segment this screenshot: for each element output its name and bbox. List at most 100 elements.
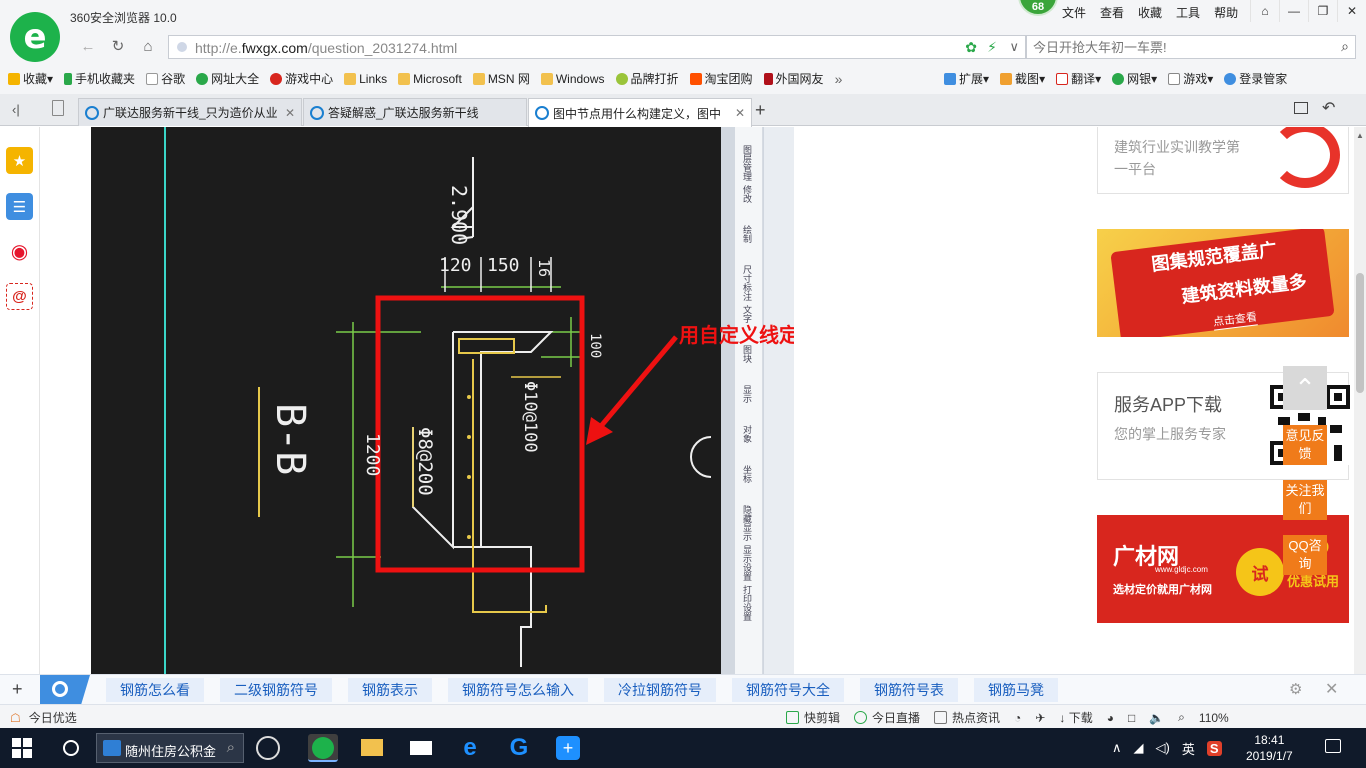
360-browser-taskbar-icon[interactable] — [308, 734, 338, 762]
hot-keyword[interactable]: 钢筋符号表 — [860, 678, 958, 702]
tab-2[interactable]: 答疑解惑_广联达服务新干线 — [303, 98, 527, 126]
close-icon[interactable]: ✕ — [735, 106, 745, 120]
bookmark-favorites[interactable]: 收藏 ▾ — [8, 70, 53, 87]
zoom-level[interactable]: 110% — [1199, 709, 1229, 726]
new-tab-button[interactable]: + — [755, 100, 766, 121]
volume-icon[interactable]: ◁) — [1156, 740, 1170, 756]
maximize-button[interactable]: ❐ — [1308, 0, 1337, 22]
ime-indicator[interactable]: 英 — [1182, 739, 1195, 758]
network-icon[interactable]: ◢ — [1134, 740, 1144, 756]
login-manager-button[interactable]: 登录管家 — [1224, 70, 1287, 87]
tab-1[interactable]: 广联达服务新干线_只为造价从业 ✕ — [78, 98, 302, 126]
bookmark-brand-discount[interactable]: 品牌打折 — [615, 70, 679, 87]
follow-us-button[interactable]: 关注我们 — [1283, 480, 1327, 520]
page-scrollbar[interactable]: ▲ — [1354, 127, 1366, 674]
browser-app-icon[interactable] — [256, 736, 280, 760]
games-button[interactable]: 游戏 ▾ — [1168, 70, 1213, 87]
add-icon[interactable]: + — [12, 679, 23, 700]
hot-keyword[interactable]: 钢筋符号怎么输入 — [448, 678, 588, 702]
extensions-button[interactable]: 扩展 ▾ — [944, 70, 989, 87]
tab-list-icon[interactable]: ‹| — [12, 102, 20, 117]
download-button[interactable]: ↓ 下载 — [1059, 709, 1092, 726]
reading-list-icon[interactable]: ☰ — [6, 193, 33, 220]
bookmark-url-directory[interactable]: 网址大全 — [196, 70, 259, 87]
feedback-button[interactable]: 意见反馈 — [1283, 425, 1327, 465]
speed-mode-icon[interactable]: ⚡ — [987, 39, 997, 56]
mobile-view-icon[interactable] — [52, 100, 64, 116]
file-explorer-icon[interactable] — [357, 734, 387, 762]
hot-keyword[interactable]: 钢筋马凳 — [974, 678, 1058, 702]
menu-help[interactable]: 帮助 — [1207, 4, 1245, 21]
ad-training-platform[interactable]: 建筑行业实训教学第一平台 — [1097, 127, 1349, 194]
quick-edit-button[interactable]: 快剪辑 — [786, 709, 840, 726]
url-bar[interactable]: http://e.fwxgx.com/question_2031274.html… — [168, 35, 1026, 59]
plane-icon[interactable]: ✈ — [1035, 709, 1045, 726]
hot-keyword[interactable]: 钢筋表示 — [348, 678, 432, 702]
volume-icon[interactable]: 🔈 — [1149, 709, 1164, 726]
today-picks[interactable]: ☖ 今日优选 — [10, 709, 77, 726]
menu-tools[interactable]: 工具 — [1169, 4, 1207, 21]
search-icon[interactable]: ⌕ — [1341, 38, 1349, 55]
gauge-icon[interactable]: ◕ — [1107, 709, 1114, 726]
back-to-top-icon[interactable]: ⌃ — [1283, 366, 1327, 410]
edge-icon[interactable]: e — [455, 734, 485, 762]
bookmark-msn[interactable]: MSN 网 — [472, 70, 530, 87]
email-icon[interactable]: @ — [6, 283, 33, 310]
skin-icon[interactable]: ⌂ — [1250, 0, 1279, 22]
online-bank-button[interactable]: 网银 ▾ — [1112, 70, 1157, 87]
home-icon[interactable]: ⌂ — [138, 38, 158, 56]
live-stream-button[interactable]: 今日直播 — [854, 709, 920, 726]
bookmark-game-center[interactable]: 游戏中心 — [270, 70, 333, 87]
search-input[interactable] — [1033, 38, 1333, 56]
zoom-icon[interactable]: ⌕ — [1178, 709, 1185, 726]
taskbar-search[interactable]: 随州住房公积金 ⌕ — [96, 733, 244, 763]
bookmark-foreign-netizens[interactable]: 外国网友 — [763, 70, 824, 87]
close-button[interactable]: ✕ — [1337, 0, 1366, 22]
chevron-up-icon[interactable]: ∧ — [1112, 740, 1122, 756]
hot-keyword[interactable]: 钢筋怎么看 — [106, 678, 204, 702]
notification-icon[interactable] — [1325, 739, 1341, 753]
undo-close-icon[interactable]: ↶ — [1322, 98, 1335, 118]
windows-start-icon[interactable] — [12, 738, 32, 758]
url-text[interactable]: http://e.fwxgx.com/question_2031274.html — [195, 40, 457, 56]
restore-window-icon[interactable] — [1294, 102, 1308, 114]
ad-atlas-specs[interactable]: 图集规范覆盖广 建筑资料数量多 点击查看 — [1097, 229, 1349, 337]
bookmark-taobao[interactable]: 淘宝团购 — [689, 70, 753, 87]
bookmark-microsoft[interactable]: Microsoft — [398, 70, 462, 87]
qq-consult-button[interactable]: QQ咨询 — [1283, 535, 1327, 575]
tab-3-active[interactable]: 图中节点用什么构建定义，图中 ✕ — [528, 98, 752, 127]
mail-icon[interactable] — [406, 734, 436, 762]
sogou-icon[interactable]: S — [1206, 740, 1222, 756]
hot-keyword[interactable]: 钢筋符号大全 — [732, 678, 844, 702]
menu-favorites[interactable]: 收藏 — [1131, 4, 1169, 21]
browser-logo-icon[interactable]: e — [10, 12, 60, 62]
chevron-down-icon[interactable]: ∨ — [1009, 39, 1019, 55]
glodon-icon[interactable]: G — [504, 734, 534, 762]
bookmark-windows[interactable]: Windows — [540, 70, 605, 87]
translate-button[interactable]: 翻译 ▾ — [1056, 70, 1101, 87]
menu-file[interactable]: 文件 — [1055, 4, 1093, 21]
bookmark-links[interactable]: Links — [344, 70, 387, 87]
hot-keyword[interactable]: 冷拉钢筋符号 — [604, 678, 716, 702]
clock[interactable]: 18:41 2019/1/7 — [1246, 732, 1293, 764]
window-icon[interactable]: □ — [1128, 709, 1135, 726]
speed-icon[interactable]: ◔ — [1014, 709, 1021, 726]
refresh-icon[interactable]: ↻ — [108, 38, 128, 56]
hot-keyword[interactable]: 二级钢筋符号 — [220, 678, 332, 702]
bookmark-google[interactable]: 谷歌 — [146, 70, 185, 87]
compat-mode-icon[interactable]: ✿ — [965, 39, 977, 56]
cortana-icon[interactable] — [63, 740, 79, 756]
gear-icon[interactable]: ⚙ — [1289, 680, 1302, 698]
app-plus-icon[interactable]: + — [553, 734, 583, 762]
minimize-button[interactable]: — — [1279, 0, 1308, 22]
bookmark-mobile[interactable]: 手机收藏夹 — [64, 70, 135, 87]
close-icon[interactable]: ✕ — [285, 106, 295, 120]
star-icon[interactable]: ★ — [6, 147, 33, 174]
screenshot-button[interactable]: 截图 ▾ — [1000, 70, 1045, 87]
menu-view[interactable]: 查看 — [1093, 4, 1131, 21]
close-icon[interactable]: ✕ — [1325, 679, 1338, 699]
security-score-badge[interactable]: 68 — [1018, 0, 1058, 16]
scrollbar-thumb[interactable] — [1356, 273, 1364, 393]
weibo-icon[interactable]: ◉ — [6, 238, 33, 265]
bookmark-more[interactable]: » — [835, 70, 843, 87]
